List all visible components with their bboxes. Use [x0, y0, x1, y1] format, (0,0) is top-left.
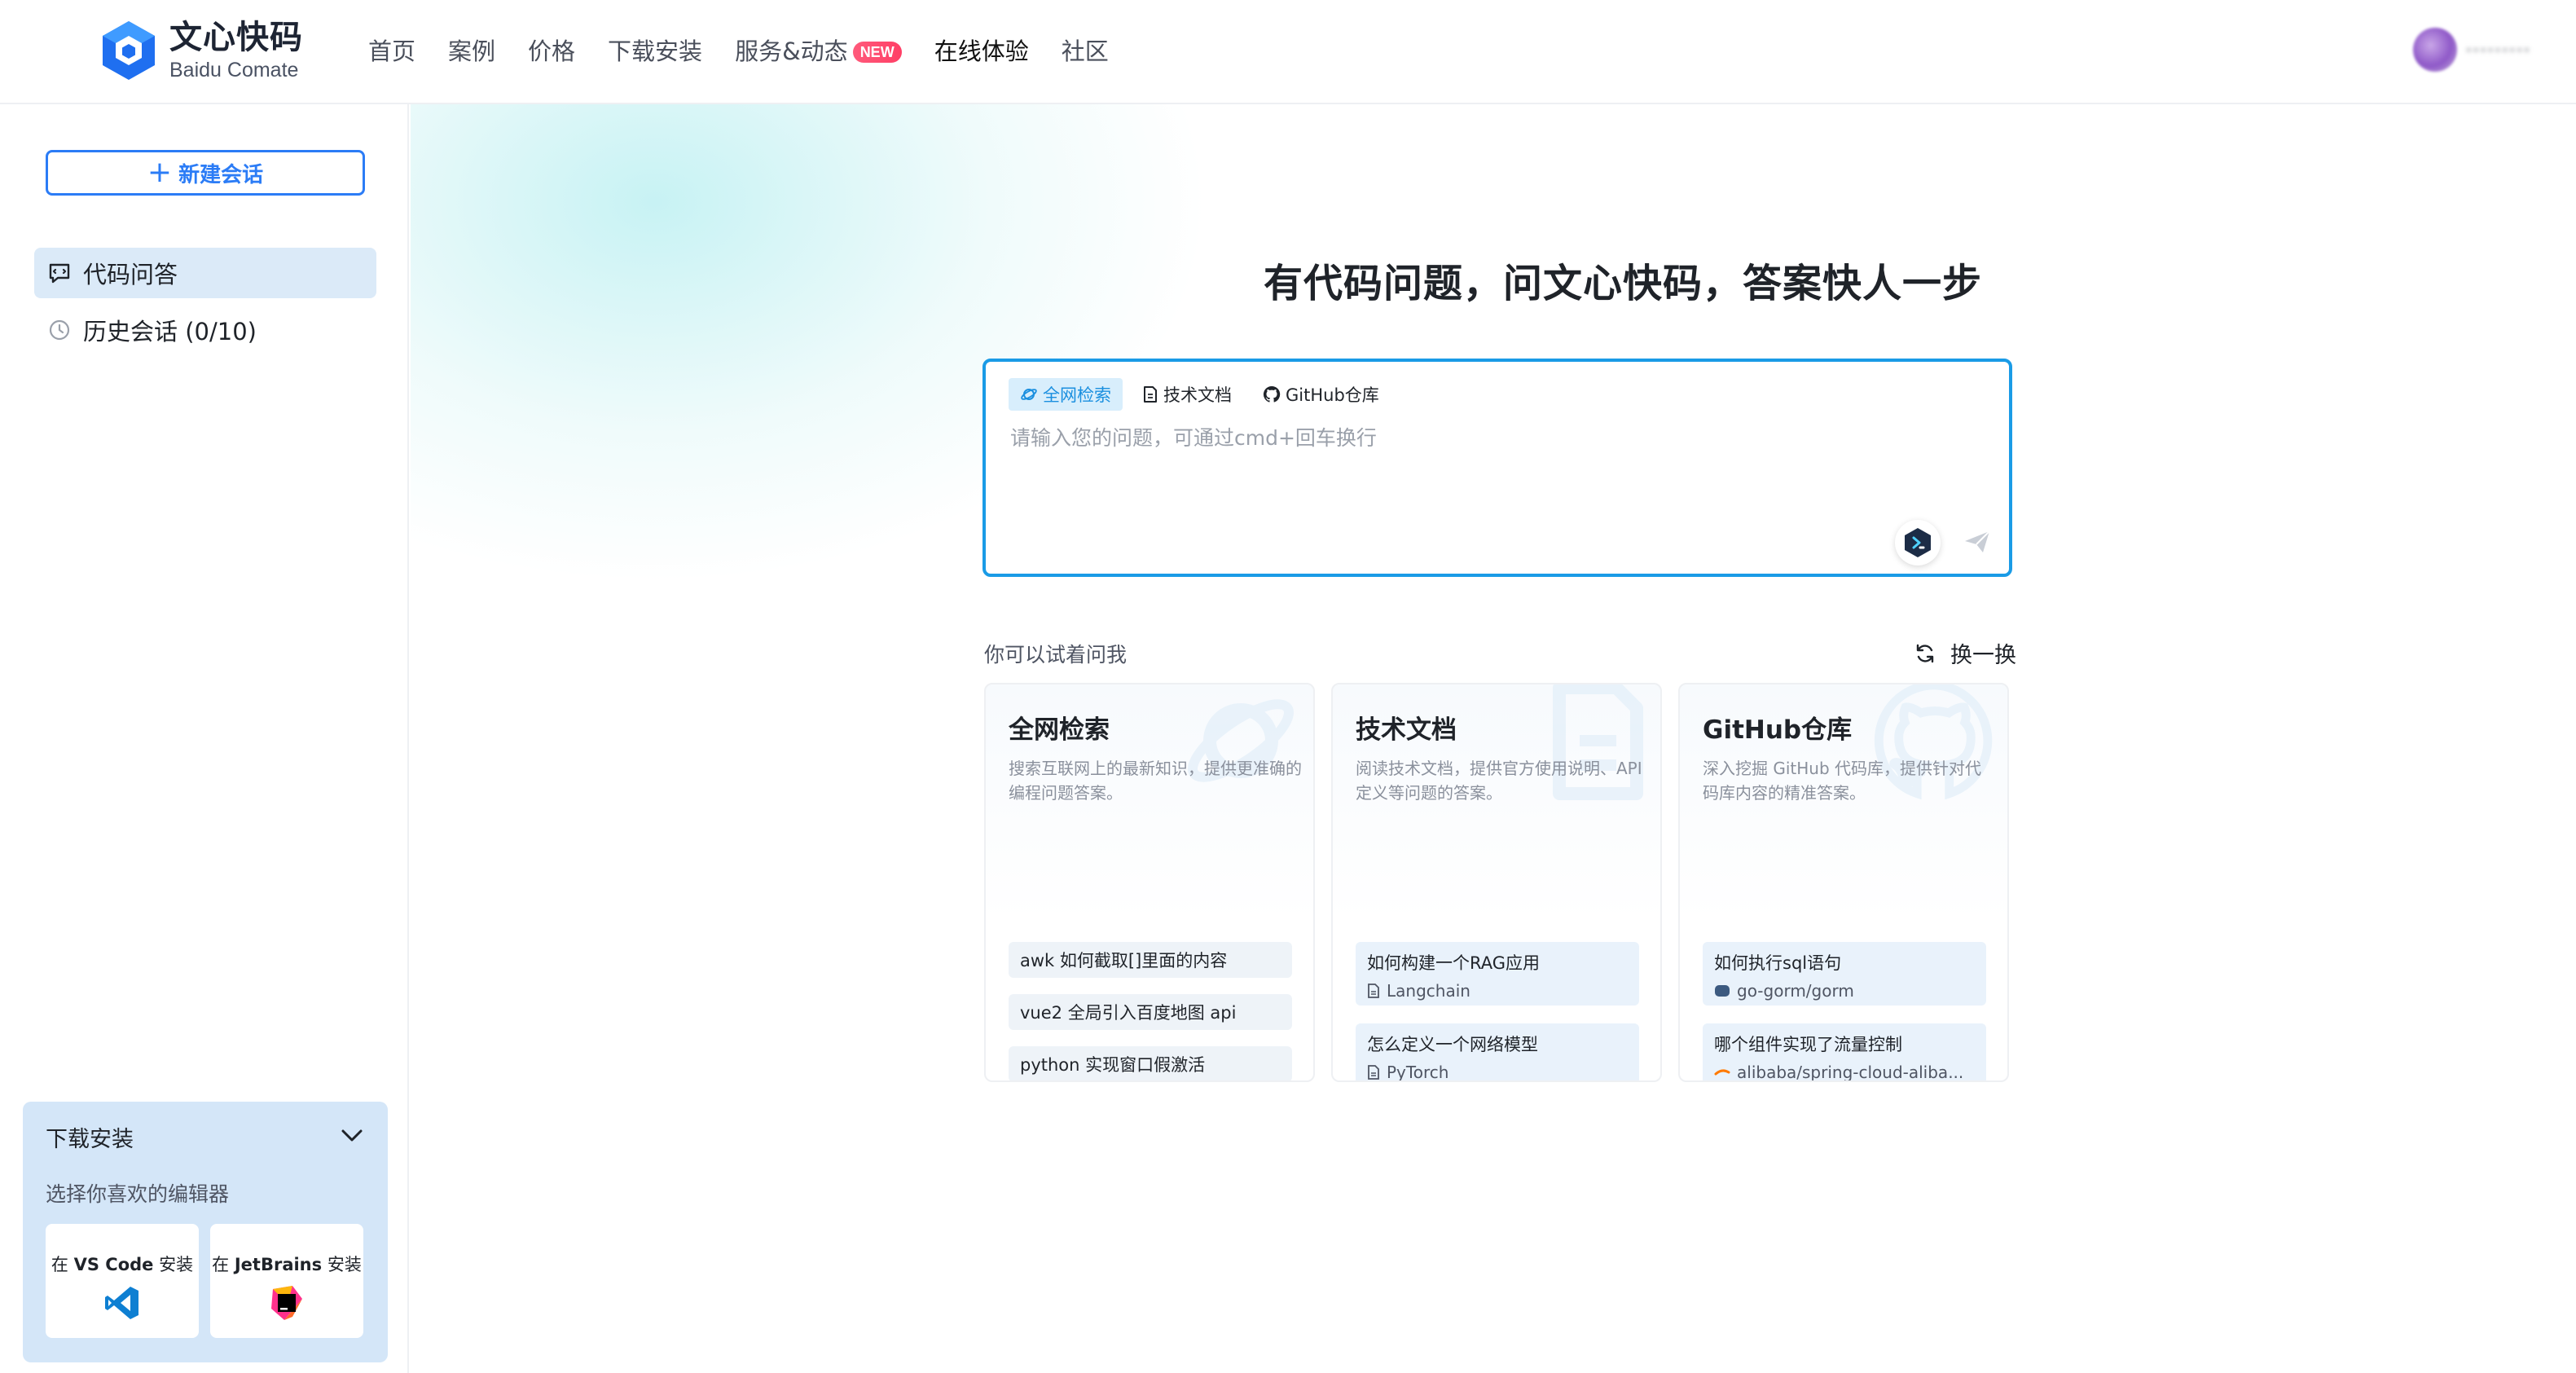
- plus-icon: +: [147, 156, 173, 189]
- question-source: go-gorm/gorm: [1714, 981, 1975, 1001]
- suggestion-card-tech-docs: 技术文档 阅读技术文档，提供官方使用说明、API定义等问题的答案。 如何构建一个…: [1331, 683, 1662, 1082]
- question-text: 如何执行sql语句: [1714, 953, 1842, 973]
- card-title: 技术文档: [1356, 715, 1457, 745]
- question-text: 如何构建一个RAG应用: [1367, 953, 1541, 973]
- main-area: 有代码问题，问文心快码，答案快人一步 全网检索 技术文档 GitHub仓库 请输…: [411, 104, 2576, 1373]
- user-menu[interactable]: ·········: [2412, 28, 2530, 72]
- user-name: ·········: [2464, 36, 2530, 64]
- alibaba-repo-icon: [1714, 1069, 1730, 1076]
- clock-icon: [49, 319, 70, 341]
- refresh-label: 换一换: [1950, 643, 2016, 668]
- new-badge: NEW: [852, 42, 902, 63]
- card-description: 搜索互联网上的最新知识，提供更准确的编程问题答案。: [1009, 759, 1302, 803]
- search-mode-tabs: 全网检索 技术文档 GitHub仓库: [1009, 378, 1399, 411]
- nav-item-community[interactable]: 社区: [1062, 33, 1109, 67]
- question-source: Langchain: [1367, 981, 1628, 1001]
- install-vscode-button[interactable]: 在 VS Code 安装: [46, 1224, 199, 1338]
- suggested-question[interactable]: vue2 全局引入百度地图 api: [1009, 994, 1292, 1030]
- document-icon: [1144, 386, 1157, 403]
- sidebar-item-history[interactable]: 历史会话 (0/10): [34, 305, 376, 355]
- card-description: 深入挖掘 GitHub 代码库，提供针对代码库内容的精准答案。: [1703, 759, 1982, 803]
- tab-github-repo[interactable]: GitHub仓库: [1251, 378, 1391, 411]
- document-icon: [1368, 1065, 1379, 1080]
- planet-icon: [1021, 389, 1037, 400]
- install-jetbrains-label: 在 JetBrains 安装: [212, 1255, 362, 1274]
- refresh-icon: [1916, 644, 1934, 662]
- install-vscode-label: 在 VS Code 安装: [51, 1255, 194, 1274]
- suggested-question[interactable]: 哪个组件实现了流量控制 alibaba/spring-cloud-aliba..…: [1703, 1023, 1986, 1080]
- sidebar-item-label: 代码问答: [83, 261, 178, 288]
- suggestion-card-web-search: 全网检索 搜索互联网上的最新知识，提供更准确的编程问题答案。 awk 如何截取[…: [984, 683, 1315, 1082]
- suggested-question[interactable]: 如何构建一个RAG应用 Langchain: [1356, 942, 1639, 1006]
- download-panel-title: 下载安装: [46, 1127, 134, 1152]
- sidebar: + 新建会话 代码问答 历史会话 (0/10) 下载安装 选择你喜欢的编辑器 在…: [0, 104, 409, 1373]
- tab-tech-docs[interactable]: 技术文档: [1131, 378, 1243, 411]
- question-text: 哪个组件实现了流量控制: [1714, 1035, 1902, 1054]
- comate-logo-icon: [103, 21, 155, 80]
- question-input-placeholder[interactable]: 请输入您的问题，可通过cmd+回车换行: [1010, 422, 1377, 451]
- question-source: PyTorch: [1367, 1063, 1628, 1080]
- nav-item-services-label: 服务&动态: [735, 37, 848, 65]
- page-title: 有代码问题，问文心快码，答案快人一步: [1263, 261, 1982, 306]
- jetbrains-icon: [271, 1286, 302, 1320]
- main-nav: 首页 案例 价格 下载安装 服务&动态 NEW 在线体验 社区: [368, 29, 1141, 70]
- nav-item-download[interactable]: 下载安装: [608, 33, 702, 67]
- tab-label: GitHub仓库: [1286, 385, 1379, 405]
- send-icon[interactable]: [1963, 530, 1991, 554]
- top-nav: 文心快码 Baidu Comate 首页 案例 价格 下载安装 服务&动态 NEW…: [0, 0, 2576, 104]
- card-description: 阅读技术文档，提供官方使用说明、API定义等问题的答案。: [1356, 759, 1642, 803]
- new-chat-button[interactable]: + 新建会话: [46, 150, 365, 196]
- brand-logo-link[interactable]: 文心快码 Baidu Comate: [101, 20, 303, 81]
- card-title: 全网检索: [1009, 715, 1110, 745]
- nav-item-online-trial[interactable]: 在线体验: [934, 33, 1029, 67]
- chevron-down-icon[interactable]: [339, 1123, 365, 1149]
- sidebar-item-code-qa[interactable]: 代码问答: [34, 248, 376, 298]
- install-jetbrains-button[interactable]: 在 JetBrains 安装: [210, 1224, 363, 1338]
- brand-name-en: Baidu Comate: [169, 58, 299, 81]
- gorm-repo-icon: [1715, 985, 1730, 997]
- suggested-question[interactable]: awk 如何截取[]里面的内容: [1009, 942, 1292, 978]
- question-source: alibaba/spring-cloud-aliba...: [1714, 1063, 1975, 1080]
- suggestion-card-github: GitHub仓库 深入挖掘 GitHub 代码库，提供针对代码库内容的精准答案。…: [1678, 683, 2009, 1082]
- question-input-box[interactable]: 全网检索 技术文档 GitHub仓库 请输入您的问题，可通过cmd+回车换行: [982, 359, 2012, 577]
- chat-bubble-icon: [49, 263, 70, 284]
- nav-item-pricing[interactable]: 价格: [528, 33, 575, 67]
- suggestions-label: 你可以试着问我: [984, 643, 1128, 667]
- download-panel: 下载安装 选择你喜欢的编辑器 在 VS Code 安装 在 JetBrains …: [23, 1102, 388, 1362]
- nav-item-home[interactable]: 首页: [368, 33, 415, 67]
- new-chat-label: 新建会话: [178, 162, 264, 187]
- document-icon: [1368, 984, 1379, 998]
- tab-web-search[interactable]: 全网检索: [1009, 378, 1123, 411]
- nav-item-services[interactable]: 服务&动态 NEW: [735, 33, 902, 67]
- download-panel-subtitle: 选择你喜欢的编辑器: [46, 1182, 230, 1206]
- suggested-question[interactable]: 怎么定义一个网络模型 PyTorch: [1356, 1023, 1639, 1080]
- tab-label: 技术文档: [1163, 385, 1232, 405]
- card-title: GitHub仓库: [1703, 715, 1853, 745]
- vscode-icon: [105, 1287, 138, 1319]
- brand-name-cn: 文心快码: [169, 18, 303, 56]
- suggested-question[interactable]: python 实现窗口假激活: [1009, 1046, 1292, 1080]
- tab-label: 全网检索: [1043, 385, 1111, 405]
- nav-item-cases[interactable]: 案例: [448, 33, 495, 67]
- refresh-suggestions-button[interactable]: 换一换: [1914, 637, 2016, 669]
- suggested-question[interactable]: 如何执行sql语句 go-gorm/gorm: [1703, 942, 1986, 1006]
- comate-assistant-button[interactable]: [1895, 520, 1941, 565]
- avatar[interactable]: [2412, 28, 2457, 72]
- question-text: 怎么定义一个网络模型: [1367, 1035, 1538, 1054]
- github-icon: [1263, 385, 1281, 403]
- comate-bot-icon: [1905, 528, 1931, 557]
- sidebar-item-label: 历史会话 (0/10): [83, 318, 257, 345]
